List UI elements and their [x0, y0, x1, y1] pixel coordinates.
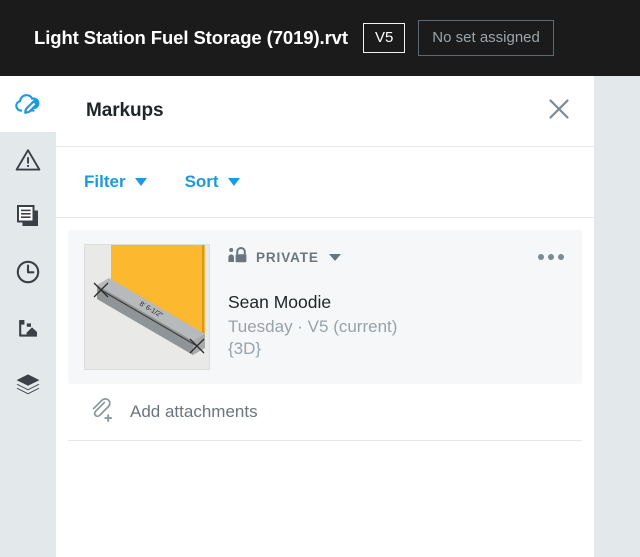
- app-root: Light Station Fuel Storage (7019).rvt V5…: [0, 0, 640, 557]
- panel-header: Markups: [56, 76, 594, 147]
- documents-icon: [14, 202, 42, 230]
- markup-card-body: PRIVATE Sean Moodie Tuesday · V5 (curren…: [210, 244, 568, 370]
- add-attachments-button[interactable]: Add attachments: [68, 384, 582, 441]
- rail-item-markups[interactable]: [0, 76, 56, 132]
- privacy-dropdown[interactable]: PRIVATE: [228, 246, 341, 269]
- set-assignment-chip[interactable]: No set assigned: [418, 20, 554, 56]
- markup-meta: Tuesday · V5 (current): [228, 316, 398, 336]
- markup-options-button[interactable]: [534, 250, 568, 264]
- clock-icon: [14, 258, 42, 286]
- rail-item-documents[interactable]: [0, 188, 56, 244]
- markup-card-header: PRIVATE: [228, 244, 568, 270]
- document-title: Light Station Fuel Storage (7019).rvt: [34, 27, 348, 48]
- layers-icon: [13, 369, 43, 399]
- markup-thumbnail[interactable]: 8' 6-1/2": [84, 244, 210, 370]
- rail-item-activity[interactable]: [0, 244, 56, 300]
- markup-author: Sean Moodie: [228, 292, 332, 312]
- cloud-pencil-icon: [13, 89, 43, 119]
- paperclip-plus-icon: [90, 397, 116, 428]
- close-panel-button[interactable]: [542, 94, 576, 128]
- filter-sort-toolbar: Filter Sort: [56, 147, 594, 218]
- chevron-down-icon: [328, 253, 341, 261]
- warning-triangle-icon: [14, 146, 42, 174]
- filter-label: Filter: [84, 172, 126, 191]
- kebab-dot: [558, 254, 564, 260]
- privacy-label: PRIVATE: [256, 249, 319, 265]
- chevron-down-icon: [134, 178, 147, 186]
- add-attachments-label: Add attachments: [130, 402, 258, 421]
- panel-title: Markups: [86, 100, 164, 121]
- sort-dropdown[interactable]: Sort: [185, 172, 240, 192]
- chevron-down-icon: [227, 178, 240, 186]
- markups-panel: Markups Filter Sort 8' 6-1/2" PRIVATE Se…: [56, 76, 594, 557]
- markup-card[interactable]: 8' 6-1/2" PRIVATE Sean Moodie Tuesday · …: [68, 230, 582, 384]
- person-lock-icon: [228, 246, 248, 269]
- filter-dropdown[interactable]: Filter: [84, 172, 147, 192]
- rail-item-layers[interactable]: [0, 356, 56, 412]
- rail-item-issues[interactable]: [0, 132, 56, 188]
- close-icon: [546, 96, 572, 127]
- sheets-icon: [14, 314, 42, 342]
- sort-label: Sort: [184, 172, 219, 191]
- right-gutter: [594, 76, 640, 557]
- kebab-dot: [538, 254, 544, 260]
- kebab-dot: [548, 254, 554, 260]
- rail-item-sheets[interactable]: [0, 300, 56, 356]
- markups-list: 8' 6-1/2" PRIVATE Sean Moodie Tuesday · …: [56, 218, 594, 384]
- left-icon-rail: [0, 76, 56, 557]
- markup-view-name: {3D}: [228, 338, 262, 358]
- title-bar: Light Station Fuel Storage (7019).rvt V5…: [0, 0, 640, 76]
- version-chip[interactable]: V5: [362, 23, 406, 53]
